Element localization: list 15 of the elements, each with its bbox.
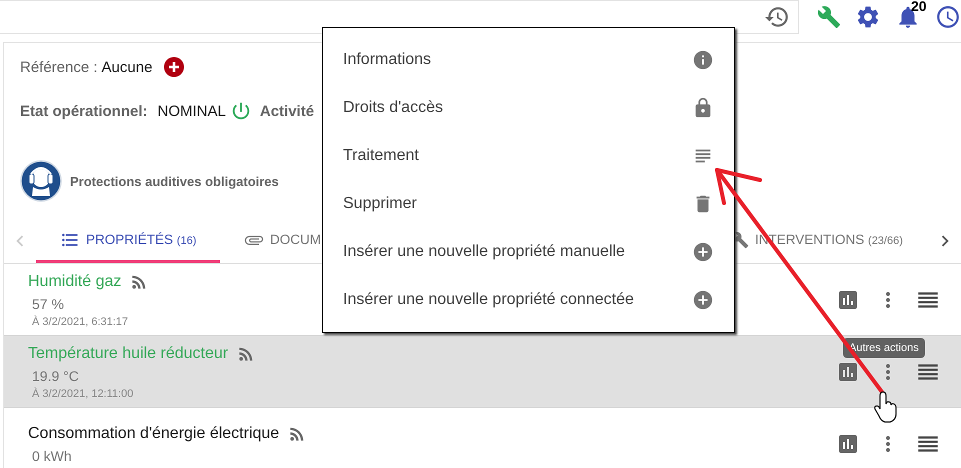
property-name: Humidité gaz xyxy=(28,272,122,290)
property-value: 0 kWh xyxy=(32,448,72,464)
property-value: 19.9 °C xyxy=(32,368,79,384)
property-name: Consommation d'énergie électrique xyxy=(28,424,280,442)
property-name: Température huile réducteur xyxy=(28,344,228,362)
property-value: 57 % xyxy=(32,296,64,312)
property-time: À 3/2/2021, 12:11:00 xyxy=(32,388,134,400)
state-label: Etat opérationnel: xyxy=(20,102,148,120)
reference-value: Aucune xyxy=(102,58,152,76)
reference-label: Référence : xyxy=(20,58,98,76)
state-value: NOMINAL xyxy=(158,102,226,120)
safety-sign-label: Protections auditives obligatoires xyxy=(70,174,279,188)
notification-count: 20 xyxy=(911,0,927,14)
activity-label: Activité xyxy=(260,102,314,120)
property-time: À 3/2/2021, 6:31:17 xyxy=(32,316,128,328)
